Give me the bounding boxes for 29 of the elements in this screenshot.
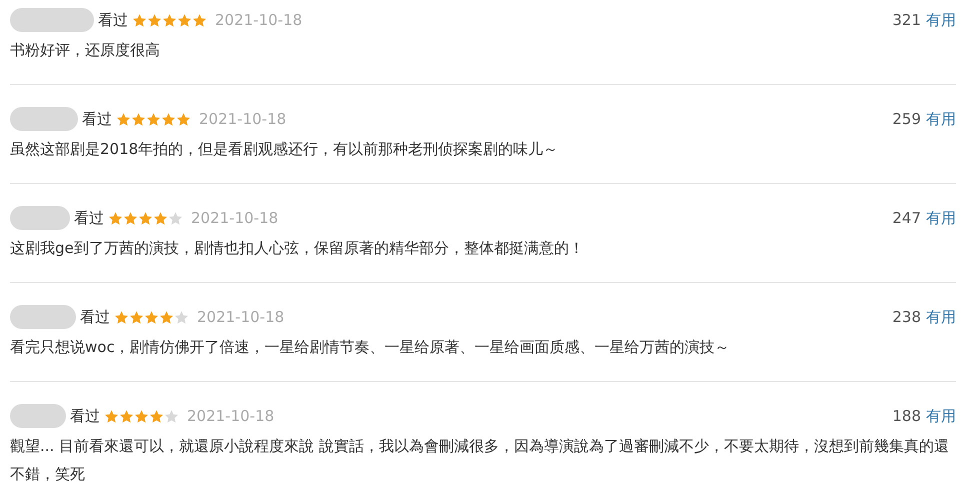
- useful-count: 259: [892, 108, 921, 130]
- watch-status: 看过: [98, 10, 128, 31]
- review-date: 2021-10-18: [187, 406, 274, 427]
- watch-status: 看过: [80, 306, 110, 328]
- useful-count: 238: [892, 306, 921, 328]
- useful-count: 188: [892, 406, 921, 427]
- review-date: 2021-10-18: [215, 10, 302, 31]
- review-date: 2021-10-18: [191, 208, 278, 229]
- useful-count: 247: [892, 208, 921, 229]
- useful-link[interactable]: 有用: [926, 404, 956, 428]
- redacted-username: [10, 305, 76, 329]
- redacted-username: [10, 404, 66, 428]
- useful-count: 321: [892, 10, 921, 31]
- redacted-username: [10, 206, 70, 230]
- useful-link[interactable]: 有用: [926, 108, 956, 130]
- review-text: 虽然这部剧是2018年拍的，但是看剧观感还行，有以前那种老刑侦探案剧的味儿～: [10, 139, 560, 160]
- redacted-username: [10, 107, 78, 131]
- watch-status: 看过: [82, 108, 112, 130]
- review-text: 这剧我ge到了万茜的演技，剧情也扣人心弦，保留原著的精华部分，整体都挺满意的！: [10, 238, 585, 259]
- watch-status: 看过: [74, 208, 104, 229]
- useful-link[interactable]: 有用: [926, 306, 956, 328]
- review-text: 看完只想说woc，剧情仿佛开了倍速，一星给剧情节奏、一星给原著、一星给画面质感、一星给万茜的演技～: [10, 337, 731, 358]
- watch-status: 看过: [70, 406, 100, 427]
- useful-link[interactable]: 有用: [926, 8, 956, 32]
- useful-link[interactable]: 有用: [926, 206, 956, 230]
- review-date: 2021-10-18: [197, 306, 284, 328]
- review-date: 2021-10-18: [199, 108, 286, 130]
- review-text: 书粉好评，还原度很高: [10, 40, 161, 61]
- review-text: 觀望... 目前看來還可以，就還原小說程度來說 說實話，我以為會刪減很多，因為導演說為了過審刪減不少，不要太期待，沒想到前幾集真的還不錯，笑死: [10, 436, 950, 482]
